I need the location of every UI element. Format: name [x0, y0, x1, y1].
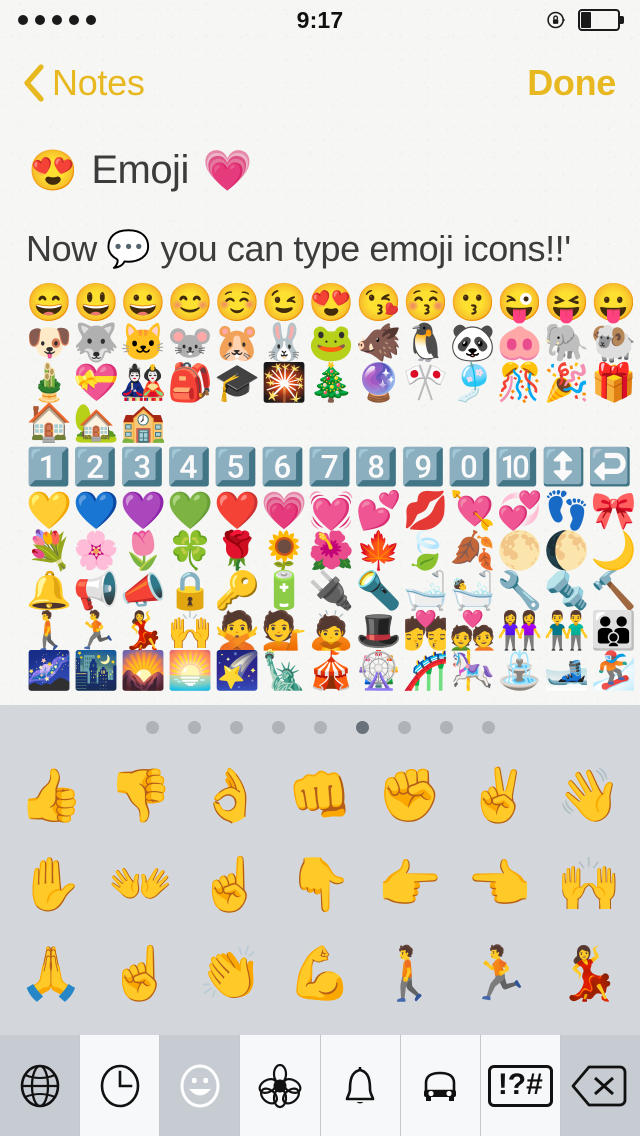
keyboard-emoji-row: ✋ 👐 ☝️ 👇 👉 👈 🙌 [12, 840, 628, 929]
emoji-key-point-down[interactable]: 👇 [281, 844, 359, 926]
emoji-key-index-up[interactable]: ☝️ [102, 933, 180, 1015]
emoji-key-point-left[interactable]: 👈 [460, 844, 538, 926]
status-bar: 9:17 [0, 0, 640, 40]
keyboard-tab-places[interactable] [400, 1035, 481, 1136]
page-dot[interactable] [187, 720, 201, 734]
note-body-line: Now 💬 you can type emoji icons!!' [0, 199, 640, 269]
keyboard-emoji-grid: 👍 👎 👌 👊 ✊ ✌️ 👋 ✋ 👐 ☝️ 👇 👉 👈 🙌 🙏 ☝️ 👏 💪 🚶… [0, 749, 640, 1018]
emoji-key-running[interactable]: 🏃 [460, 933, 538, 1015]
note-emoji-row: 💐🌸🌷🍀🌹🌻🌺🍁🍃🍂🌕🌔🌙 [26, 530, 638, 572]
status-bar-clock: 9:17 [296, 6, 344, 33]
note-emoji-row: 💛💙💜💚❤️💗💓💕💋💘💞👣🎀 [26, 490, 638, 532]
keyboard-tab-objects[interactable] [320, 1035, 401, 1136]
chevron-left-icon [24, 64, 44, 102]
keyboard-globe-button[interactable] [0, 1035, 81, 1136]
note-emoji-row: 🚶🏃💃🙌🙅💁🙇🎩💏💑👭👬👪 [26, 610, 638, 652]
emoji-key-waving-hand[interactable]: 👋 [550, 755, 628, 837]
globe-icon [20, 1064, 59, 1107]
note-emoji-row: 🔔📢📣🔒🔑🔋🔌🔦🛁🛀🔧🔩🔨 [26, 570, 638, 612]
car-icon [424, 1071, 457, 1101]
keyboard-tab-recent[interactable] [80, 1035, 161, 1136]
emoji-key-folded-hands[interactable]: 🙏 [12, 933, 90, 1015]
keyboard-tab-symbols[interactable]: !?# [480, 1035, 561, 1136]
note-emoji-row: 🌌🌃🌄🌅🌠🗽🎪🎡🎢🎠⛲🎿🏂 [26, 650, 638, 692]
emoji-key-fist-bump[interactable]: 👊 [281, 755, 359, 837]
status-bar-right-group [546, 0, 624, 40]
emoji-key-point-right[interactable]: 👉 [371, 844, 449, 926]
page-dot[interactable] [145, 720, 159, 734]
page-dot-active[interactable] [355, 720, 369, 734]
smiley-icon [180, 1064, 220, 1107]
note-title-text: Emoji [91, 148, 189, 192]
page-dot[interactable] [397, 720, 411, 734]
emoji-key-walking[interactable]: 🚶 [371, 933, 449, 1015]
emoji-key-dancer[interactable]: 💃 [550, 933, 628, 1015]
keyboard-delete-button[interactable] [560, 1035, 640, 1136]
heart-eyes-emoji: 😍 [28, 148, 78, 193]
emoji-key-open-hands[interactable]: 👐 [102, 844, 180, 926]
note-emoji-row-keycaps: 1️⃣2️⃣3️⃣4️⃣5️⃣6️⃣7️⃣8️⃣9️⃣0️⃣🔟↕️↩️ [26, 446, 635, 488]
emoji-key-thumbs-up[interactable]: 👍 [12, 755, 90, 837]
note-body-text-before: Now [26, 228, 107, 269]
page-dot[interactable] [481, 720, 495, 734]
back-button-label: Notes [52, 62, 145, 103]
done-button[interactable]: Done [527, 62, 616, 104]
keyboard-tab-nature[interactable] [240, 1035, 321, 1136]
back-to-notes-button[interactable]: Notes [22, 62, 145, 104]
emoji-key-thumbs-down[interactable]: 👎 [102, 755, 180, 837]
symbols-icon: !?# [487, 1064, 553, 1107]
note-emoji-row: 😄😃😀😊☺️😉😍😘😚😗😜😝😛 [26, 282, 638, 324]
battery-icon [578, 9, 624, 31]
emoji-key-raised-fist[interactable]: ✊ [371, 755, 449, 837]
emoji-key-point-up[interactable]: ☝️ [191, 844, 269, 926]
note-title-line: 😍 Emoji 💗 [0, 126, 640, 199]
keyboard-page-indicator[interactable] [0, 705, 640, 749]
speech-balloon-emoji: 💬 [106, 228, 151, 269]
page-dot[interactable] [439, 720, 453, 734]
emoji-key-ok-hand[interactable]: 👌 [191, 755, 269, 837]
keyboard-category-bar: !?# [0, 1035, 640, 1136]
growing-heart-emoji: 💗 [202, 148, 253, 193]
navigation-bar: Notes Done [0, 40, 640, 126]
note-emoji-row: 🎍💝🎎🎒🎓🎇🎄🔮🎌🎐🎊🎉🎁 [26, 362, 638, 404]
emoji-key-victory-hand[interactable]: ✌️ [460, 755, 538, 837]
note-body-text-after: you can type emoji icons!!' [150, 228, 571, 269]
page-dot[interactable] [229, 720, 243, 734]
rotation-lock-icon [547, 11, 566, 29]
note-text-area[interactable]: 😍 Emoji 💗 Now 💬 you can type emoji icons… [0, 126, 640, 712]
keyboard-emoji-row: 👍 👎 👌 👊 ✊ ✌️ 👋 [12, 751, 628, 840]
note-emoji-row: 🏠🏡🏫 [26, 402, 168, 444]
emoji-key-raised-hand[interactable]: ✋ [12, 844, 90, 926]
emoji-key-raising-hands[interactable]: 🙌 [550, 844, 628, 926]
keyboard-tab-people[interactable] [160, 1035, 241, 1136]
emoji-key-flexed-biceps[interactable]: 💪 [281, 933, 359, 1015]
page-dot[interactable] [313, 720, 327, 734]
bell-icon [345, 1066, 375, 1103]
notes-app-screen: 9:17 Notes Done 😍 Emoji 💗 Now 💬 you can … [0, 0, 640, 1136]
flower-icon [258, 1063, 302, 1108]
note-emoji-row: 🐶🐺🐱🐭🐹🐰🐸🐗🐧🐼🐽🐘🐏 [26, 322, 638, 364]
page-dot[interactable] [271, 720, 285, 734]
emoji-keyboard: 👍 👎 👌 👊 ✊ ✌️ 👋 ✋ 👐 ☝️ 👇 👉 👈 🙌 🙏 ☝️ 👏 💪 🚶… [0, 705, 640, 1136]
clock-icon [100, 1064, 139, 1107]
keyboard-emoji-row: 🙏 ☝️ 👏 💪 🚶 🏃 💃 [12, 929, 628, 1018]
emoji-key-clapping[interactable]: 👏 [191, 933, 269, 1015]
delete-icon [572, 1065, 627, 1106]
